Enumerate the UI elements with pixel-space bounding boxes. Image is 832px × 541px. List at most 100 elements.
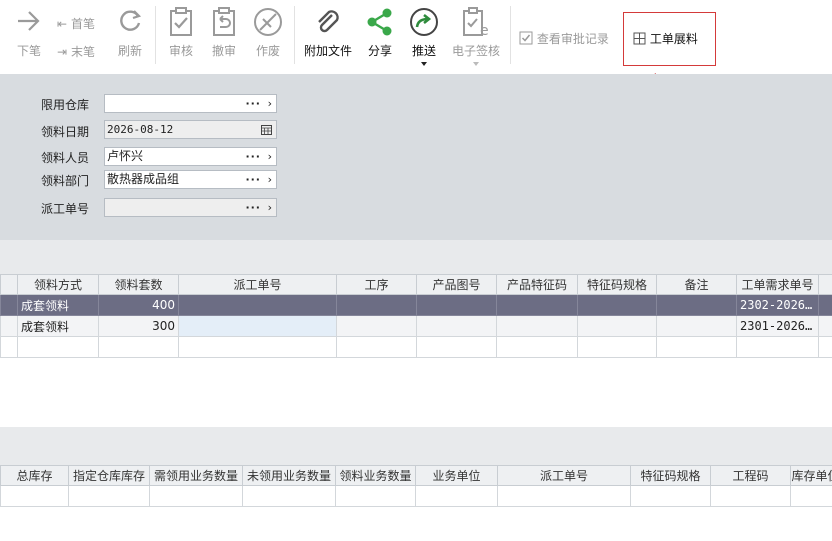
table-cell[interactable] bbox=[178, 294, 337, 316]
table-cell[interactable] bbox=[818, 315, 832, 337]
table-row[interactable]: 成套领料 300 2301-2026... bbox=[0, 315, 832, 337]
table-cell[interactable]: 成套领料 bbox=[17, 294, 99, 316]
push-button[interactable]: 推送 bbox=[406, 4, 442, 66]
table-cell[interactable] bbox=[656, 336, 737, 358]
column-header[interactable]: 领料方式 bbox=[17, 274, 99, 295]
column-header[interactable]: 未领用业务数量 bbox=[242, 465, 336, 486]
last-record-button[interactable]: ⇥ 末笔 bbox=[57, 43, 95, 60]
table-cell[interactable] bbox=[818, 336, 832, 358]
row-indicator[interactable] bbox=[0, 294, 18, 316]
column-header[interactable]: 工单需求单号 bbox=[736, 274, 819, 295]
table-cell[interactable] bbox=[416, 336, 497, 358]
date-field[interactable]: 2026-08-12 bbox=[104, 120, 277, 139]
column-header[interactable]: 业务单位 bbox=[415, 465, 498, 486]
table-cell[interactable] bbox=[710, 485, 791, 507]
table-cell[interactable] bbox=[577, 336, 657, 358]
push-dropdown-icon[interactable] bbox=[421, 62, 427, 66]
section-divider bbox=[0, 240, 832, 274]
column-header[interactable]: 指定仓库库存 bbox=[68, 465, 150, 486]
prev-record-button[interactable]: 下笔 bbox=[12, 4, 46, 66]
table-row[interactable]: 成套领料 400 2302-2026... bbox=[0, 294, 832, 316]
row-indicator[interactable] bbox=[0, 315, 18, 337]
table-cell[interactable] bbox=[577, 294, 657, 316]
table-cell[interactable]: 2302-2026... bbox=[736, 294, 819, 316]
table-cell[interactable] bbox=[416, 294, 497, 316]
table-cell[interactable] bbox=[656, 294, 737, 316]
more-icon[interactable]: ··· bbox=[245, 95, 261, 112]
column-header[interactable]: 特征码规格 bbox=[630, 465, 711, 486]
row-indicator[interactable] bbox=[0, 336, 18, 358]
chevron-right-icon[interactable]: › bbox=[268, 95, 272, 112]
esign-label: 电子签核 bbox=[451, 44, 500, 58]
more-icon[interactable]: ··· bbox=[245, 199, 261, 216]
table-cell[interactable] bbox=[415, 485, 498, 507]
more-icon[interactable]: ··· bbox=[245, 171, 261, 188]
toolbar-divider bbox=[294, 6, 295, 64]
table-cell[interactable]: 400 bbox=[98, 294, 179, 316]
refresh-button[interactable]: 刷新 bbox=[110, 4, 150, 66]
table-cell[interactable] bbox=[818, 294, 832, 316]
table-cell[interactable] bbox=[17, 336, 99, 358]
column-header bbox=[818, 274, 832, 295]
table-cell[interactable] bbox=[68, 485, 150, 507]
table-cell[interactable] bbox=[335, 485, 416, 507]
column-header[interactable]: 产品特征码 bbox=[496, 274, 578, 295]
more-icon[interactable]: ··· bbox=[245, 148, 261, 165]
table-cell[interactable] bbox=[178, 336, 337, 358]
column-header[interactable]: 工序 bbox=[336, 274, 417, 295]
table-cell[interactable]: 成套领料 bbox=[17, 315, 99, 337]
calendar-icon[interactable] bbox=[261, 124, 272, 135]
esign-button[interactable]: e 电子签核 bbox=[450, 4, 502, 66]
table-cell[interactable] bbox=[336, 294, 417, 316]
void-icon bbox=[254, 8, 282, 36]
chevron-right-icon[interactable]: › bbox=[268, 171, 272, 188]
column-header[interactable]: 领料业务数量 bbox=[335, 465, 416, 486]
column-header[interactable]: 总库存 bbox=[0, 465, 69, 486]
column-header[interactable]: 需领用业务数量 bbox=[149, 465, 243, 486]
table-cell[interactable] bbox=[736, 336, 819, 358]
table-cell[interactable] bbox=[577, 315, 657, 337]
audit-button[interactable]: 审核 bbox=[163, 4, 199, 66]
table-cell[interactable] bbox=[496, 336, 578, 358]
table-row[interactable] bbox=[0, 485, 832, 507]
table-cell[interactable] bbox=[98, 336, 179, 358]
table-cell[interactable]: 300 bbox=[98, 315, 179, 337]
table-cell[interactable] bbox=[630, 485, 711, 507]
table-cell[interactable] bbox=[149, 485, 243, 507]
table-cell[interactable] bbox=[790, 485, 832, 507]
table-cell[interactable] bbox=[497, 485, 631, 507]
person-field[interactable]: 卢怀兴 ··· › bbox=[104, 147, 277, 166]
share-button[interactable]: 分享 bbox=[362, 4, 398, 66]
table-cell[interactable] bbox=[416, 315, 497, 337]
chevron-right-icon[interactable]: › bbox=[268, 199, 272, 216]
unaudit-button[interactable]: 撤审 bbox=[206, 4, 242, 66]
workorder-field[interactable]: ··· › bbox=[104, 198, 277, 217]
column-header[interactable]: 领料套数 bbox=[98, 274, 179, 295]
highlight-box bbox=[623, 12, 716, 66]
table-cell[interactable]: 2301-2026... bbox=[736, 315, 819, 337]
table-cell[interactable] bbox=[178, 315, 337, 337]
esign-dropdown-icon[interactable] bbox=[473, 62, 479, 66]
table-cell[interactable] bbox=[242, 485, 336, 507]
table-cell[interactable] bbox=[656, 315, 737, 337]
column-header[interactable]: 工程码 bbox=[710, 465, 791, 486]
table-row[interactable] bbox=[0, 336, 832, 358]
column-header[interactable]: 库存单位 bbox=[790, 465, 832, 486]
table-cell[interactable] bbox=[336, 336, 417, 358]
column-header[interactable]: 特征码规格 bbox=[577, 274, 657, 295]
table-cell[interactable] bbox=[336, 315, 417, 337]
column-header[interactable]: 派工单号 bbox=[497, 465, 631, 486]
first-record-button[interactable]: ⇤ 首笔 bbox=[57, 15, 95, 32]
view-approval-log-button[interactable]: 查看审批记录 bbox=[519, 30, 609, 47]
column-header[interactable]: 派工单号 bbox=[178, 274, 337, 295]
table-cell[interactable] bbox=[496, 294, 578, 316]
attach-file-button[interactable]: 附加文件 bbox=[300, 4, 356, 66]
warehouse-field[interactable]: ··· › bbox=[104, 94, 277, 113]
table-cell[interactable] bbox=[496, 315, 578, 337]
dept-field[interactable]: 散热器成品组 ··· › bbox=[104, 170, 277, 189]
void-button[interactable]: 作废 bbox=[250, 4, 286, 66]
table-cell[interactable] bbox=[0, 485, 69, 507]
chevron-right-icon[interactable]: › bbox=[268, 148, 272, 165]
column-header[interactable]: 备注 bbox=[656, 274, 737, 295]
column-header[interactable]: 产品图号 bbox=[416, 274, 497, 295]
